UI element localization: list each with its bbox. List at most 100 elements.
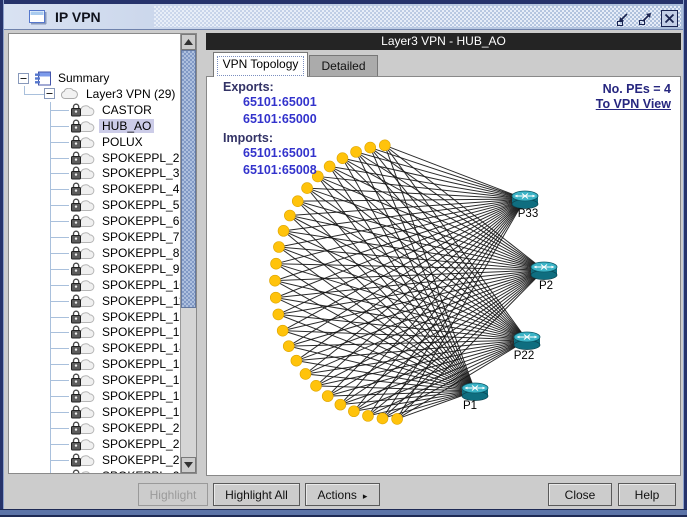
tree-item-spokeppl-17[interactable]: SPOKEPPL_17 xyxy=(10,388,180,404)
tree-item-spokeppl-5[interactable]: SPOKEPPL_5 xyxy=(10,197,180,213)
pe-router-icon[interactable] xyxy=(514,332,540,350)
tree-item-spokeppl-21[interactable]: SPOKEPPL_21 xyxy=(10,420,180,436)
tree-item-spokeppl-3[interactable]: SPOKEPPL_3 xyxy=(10,165,180,181)
titlebar-texture xyxy=(154,6,681,27)
actions-button[interactable]: Actions▸ xyxy=(305,483,380,506)
tree-item-spokeppl-22[interactable]: SPOKEPPL_22 xyxy=(10,436,180,452)
tree-guide-line xyxy=(51,110,69,111)
ce-node[interactable] xyxy=(277,325,288,336)
maximize-button[interactable] xyxy=(637,11,654,27)
ce-node[interactable] xyxy=(302,183,313,194)
summary-icon xyxy=(34,71,51,86)
ce-node[interactable] xyxy=(273,309,284,320)
ce-node[interactable] xyxy=(311,380,322,391)
ce-node[interactable] xyxy=(300,368,311,379)
tab-detailed[interactable]: Detailed xyxy=(309,55,378,76)
vpn-lock-icon xyxy=(70,294,95,308)
tree-item-spokeppl-18[interactable]: SPOKEPPL_18 xyxy=(10,404,180,420)
topology-graph[interactable]: P33P2P22P1 xyxy=(207,77,680,475)
tree-scrollbar[interactable] xyxy=(180,34,196,473)
tree-item-castor[interactable]: CASTOR xyxy=(10,102,180,118)
actions-label: Actions xyxy=(318,488,357,502)
tree-item-summary[interactable]: Summary xyxy=(10,70,180,86)
highlight-all-button[interactable]: Highlight All xyxy=(213,483,300,506)
tree-item-spokeppl-12[interactable]: SPOKEPPL_12 xyxy=(10,309,180,325)
collapse-expander-icon[interactable] xyxy=(18,73,29,84)
ce-node[interactable] xyxy=(335,399,346,410)
tree-item-label: CASTOR xyxy=(99,103,155,117)
ce-node[interactable] xyxy=(284,210,295,221)
scroll-up-button[interactable] xyxy=(181,34,196,50)
tree-item-spokeppl-23[interactable]: SPOKEPPL_23 xyxy=(10,452,180,468)
ce-node[interactable] xyxy=(362,410,373,421)
tree-guide-line xyxy=(51,317,69,318)
tree-item-spokeppl-11[interactable]: SPOKEPPL_11 xyxy=(10,293,180,309)
ce-node[interactable] xyxy=(278,225,289,236)
tab-vpn-topology[interactable]: VPN Topology xyxy=(213,52,308,77)
tree-item-label: SPOKEPPL_15 xyxy=(99,357,180,371)
import-rt-2: 65101:65008 xyxy=(243,163,317,177)
tree-item-spokeppl-2[interactable]: SPOKEPPL_2 xyxy=(10,150,180,166)
iconify-button[interactable] xyxy=(615,11,632,27)
tree-item-polux[interactable]: POLUX xyxy=(10,134,180,150)
ce-node[interactable] xyxy=(365,142,376,153)
scrollbar-thumb[interactable] xyxy=(181,50,196,308)
ce-node[interactable] xyxy=(324,161,335,172)
ce-node[interactable] xyxy=(271,258,282,269)
close-button[interactable]: Close xyxy=(548,483,612,506)
tree-item-label: SPOKEPPL_8 xyxy=(99,246,180,260)
close-window-button[interactable] xyxy=(660,9,679,28)
tree-guide-line xyxy=(51,158,69,159)
tree-item-spokeppl-8[interactable]: SPOKEPPL_8 xyxy=(10,245,180,261)
ce-node[interactable] xyxy=(351,146,362,157)
pe-router-icon[interactable] xyxy=(531,262,557,280)
pe-router-icon[interactable] xyxy=(462,383,488,401)
tree-item-label: SPOKEPPL_21 xyxy=(99,421,180,435)
tree-item-spokeppl-10[interactable]: SPOKEPPL_10 xyxy=(10,277,180,293)
tree-guide-line xyxy=(51,221,69,222)
tree-item-spokeppl-16[interactable]: SPOKEPPL_16 xyxy=(10,372,180,388)
highlight-button[interactable]: Highlight xyxy=(138,483,208,506)
tree-guide-line xyxy=(51,237,69,238)
ce-node[interactable] xyxy=(270,292,281,303)
window-frame-right xyxy=(683,0,687,517)
ce-node[interactable] xyxy=(270,275,281,286)
ce-node[interactable] xyxy=(292,196,303,207)
tree-item-label: SPOKEPPL_9 xyxy=(99,262,180,276)
tree-item-spokeppl-6[interactable]: SPOKEPPL_6 xyxy=(10,213,180,229)
ce-node[interactable] xyxy=(291,355,302,366)
collapse-expander-icon[interactable] xyxy=(44,88,55,99)
ce-node[interactable] xyxy=(283,341,294,352)
to-vpn-view-link[interactable]: To VPN View xyxy=(596,97,671,111)
vpn-lock-icon xyxy=(70,166,95,180)
tree-item-spokeppl-24[interactable]: SPOKEPPL_24 xyxy=(10,468,180,474)
vpn-lock-icon xyxy=(70,405,95,419)
vpn-lock-icon xyxy=(70,357,95,371)
help-button[interactable]: Help xyxy=(618,483,676,506)
ce-node[interactable] xyxy=(377,413,388,424)
titlebar[interactable]: IP VPN xyxy=(4,4,683,30)
pe-router-icon[interactable] xyxy=(512,191,538,209)
panel-title: Layer3 VPN - HUB_AO xyxy=(206,33,681,50)
ce-node[interactable] xyxy=(379,140,390,151)
vpn-edge xyxy=(298,199,525,201)
tree-item-layer3-vpn-29-[interactable]: Layer3 VPN (29) xyxy=(10,86,180,102)
tree-item-spokeppl-9[interactable]: SPOKEPPL_9 xyxy=(10,261,180,277)
tree-item-spokeppl-15[interactable]: SPOKEPPL_15 xyxy=(10,356,180,372)
ce-node[interactable] xyxy=(348,406,359,417)
tree-item-spokeppl-4[interactable]: SPOKEPPL_4 xyxy=(10,181,180,197)
tree-item-hub-ao[interactable]: HUB_AO xyxy=(10,118,180,134)
vpn-tree: SummaryLayer3 VPN (29)CASTORHUB_AOPOLUXS… xyxy=(9,34,180,473)
tree-item-spokeppl-14[interactable]: SPOKEPPL_14 xyxy=(10,340,180,356)
tree-item-spokeppl-7[interactable]: SPOKEPPL_7 xyxy=(10,229,180,245)
tree-item-spokeppl-13[interactable]: SPOKEPPL_13 xyxy=(10,324,180,340)
ce-node[interactable] xyxy=(322,391,333,402)
tree-item-label: SPOKEPPL_13 xyxy=(99,325,180,339)
ce-node[interactable] xyxy=(337,153,348,164)
pe-router-label: P33 xyxy=(518,208,538,220)
ce-node[interactable] xyxy=(392,413,403,424)
ce-node[interactable] xyxy=(273,242,284,253)
tree-item-label: SPOKEPPL_5 xyxy=(99,198,180,212)
tree-item-label: SPOKEPPL_2 xyxy=(99,151,180,165)
scroll-down-button[interactable] xyxy=(181,457,196,473)
